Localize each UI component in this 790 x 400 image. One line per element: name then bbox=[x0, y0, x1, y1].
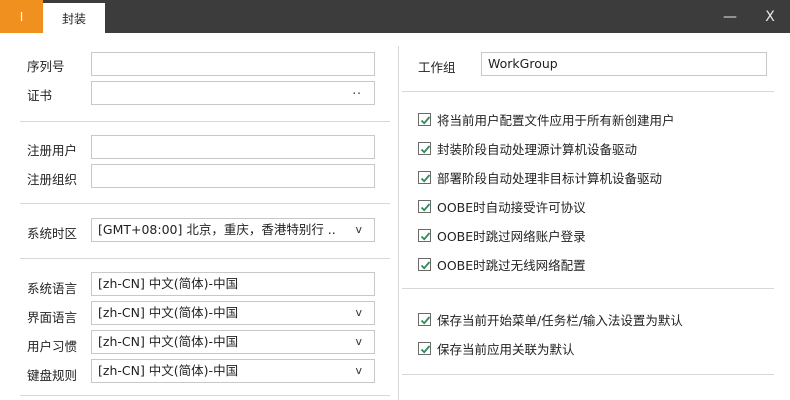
tab-package[interactable]: 封装 bbox=[43, 3, 105, 33]
sys-lang-label: 系统语言 bbox=[27, 281, 78, 296]
checkbox-checked-icon[interactable] bbox=[418, 313, 431, 326]
locale-label: 用户习惯 bbox=[27, 339, 78, 354]
option-source-drivers[interactable]: 封装阶段自动处理源计算机设备驱动 bbox=[418, 139, 637, 158]
divider bbox=[20, 258, 390, 259]
serial-label: 序列号 bbox=[27, 59, 65, 74]
option-label: OOBE时自动接受许可协议 bbox=[437, 200, 586, 215]
workgroup-input[interactable]: WorkGroup bbox=[481, 52, 767, 76]
title-bar: I 封装 — X bbox=[0, 0, 790, 33]
checkbox-checked-icon[interactable] bbox=[418, 113, 431, 126]
option-label: OOBE时跳过网络账户登录 bbox=[437, 229, 586, 244]
app-menu-button[interactable]: I bbox=[0, 0, 43, 33]
locale-select[interactable]: [zh-CN] 中文(简体)-中国 v bbox=[91, 330, 375, 354]
timezone-label: 系统时区 bbox=[27, 226, 78, 241]
keyboard-select[interactable]: [zh-CN] 中文(简体)-中国 v bbox=[91, 359, 375, 383]
option-label: OOBE时跳过无线网络配置 bbox=[437, 258, 586, 273]
checkbox-checked-icon[interactable] bbox=[418, 229, 431, 242]
option-label: 保存当前应用关联为默认 bbox=[437, 342, 575, 357]
checkbox-checked-icon[interactable] bbox=[418, 171, 431, 184]
ui-lang-label: 界面语言 bbox=[27, 310, 78, 325]
chevron-down-icon: v bbox=[355, 223, 362, 236]
timezone-select[interactable]: [GMT+08:00] 北京，重庆，香港特别行 .. v bbox=[91, 218, 375, 242]
option-apply-profile[interactable]: 将当前用户配置文件应用于所有新创建用户 bbox=[418, 110, 675, 129]
reg-org-label: 注册组织 bbox=[27, 172, 78, 187]
cert-browse-button[interactable]: .. bbox=[352, 82, 362, 101]
divider bbox=[20, 395, 390, 396]
divider bbox=[402, 374, 774, 375]
divider bbox=[20, 203, 390, 204]
option-accept-eula[interactable]: OOBE时自动接受许可协议 bbox=[418, 197, 586, 216]
option-label: 部署阶段自动处理非目标计算机设备驱动 bbox=[437, 171, 663, 186]
checkbox-checked-icon[interactable] bbox=[418, 342, 431, 355]
sys-lang-value: [zh-CN] 中文(简体)-中国 bbox=[98, 276, 239, 291]
timezone-value: [GMT+08:00] 北京，重庆，香港特别行 .. bbox=[98, 222, 336, 237]
ui-lang-value: [zh-CN] 中文(简体)-中国 bbox=[98, 305, 239, 320]
reg-user-label: 注册用户 bbox=[27, 143, 78, 158]
reg-org-input[interactable] bbox=[91, 164, 375, 188]
option-label: 保存当前开始菜单/任务栏/输入法设置为默认 bbox=[437, 313, 683, 328]
reg-user-input[interactable] bbox=[91, 135, 375, 159]
divider bbox=[402, 288, 774, 289]
option-skip-online-account[interactable]: OOBE时跳过网络账户登录 bbox=[418, 226, 586, 245]
chevron-down-icon: v bbox=[355, 306, 362, 319]
cert-input[interactable]: .. bbox=[91, 81, 375, 105]
option-save-file-assoc[interactable]: 保存当前应用关联为默认 bbox=[418, 339, 575, 358]
option-label: 封装阶段自动处理源计算机设备驱动 bbox=[437, 142, 638, 157]
divider bbox=[402, 91, 774, 92]
checkbox-checked-icon[interactable] bbox=[418, 200, 431, 213]
chevron-down-icon: v bbox=[355, 335, 362, 348]
keyboard-label: 键盘规则 bbox=[27, 368, 78, 383]
option-target-drivers[interactable]: 部署阶段自动处理非目标计算机设备驱动 bbox=[418, 168, 662, 187]
checkbox-checked-icon[interactable] bbox=[418, 142, 431, 155]
minimize-button[interactable]: — bbox=[710, 0, 750, 33]
sys-lang-field[interactable]: [zh-CN] 中文(简体)-中国 bbox=[91, 272, 375, 296]
keyboard-value: [zh-CN] 中文(简体)-中国 bbox=[98, 363, 239, 378]
divider bbox=[20, 121, 390, 122]
chevron-down-icon: v bbox=[355, 364, 362, 377]
option-skip-wireless[interactable]: OOBE时跳过无线网络配置 bbox=[418, 255, 586, 274]
option-label: 将当前用户配置文件应用于所有新创建用户 bbox=[437, 113, 675, 128]
locale-value: [zh-CN] 中文(简体)-中国 bbox=[98, 334, 239, 349]
option-save-start-menu[interactable]: 保存当前开始菜单/任务栏/输入法设置为默认 bbox=[418, 310, 683, 329]
workgroup-label: 工作组 bbox=[418, 60, 456, 75]
checkbox-checked-icon[interactable] bbox=[418, 258, 431, 271]
ui-lang-select[interactable]: [zh-CN] 中文(简体)-中国 v bbox=[91, 301, 375, 325]
serial-input[interactable] bbox=[91, 52, 375, 76]
column-divider bbox=[398, 46, 399, 400]
cert-label: 证书 bbox=[27, 88, 53, 103]
close-button[interactable]: X bbox=[750, 0, 790, 33]
